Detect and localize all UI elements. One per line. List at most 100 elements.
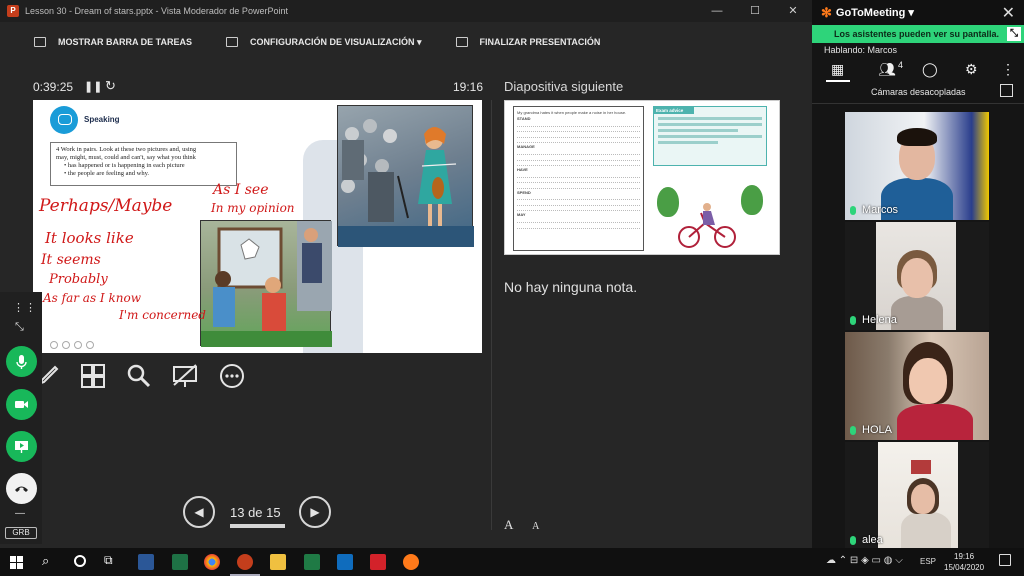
- exercise-keyword: HAVE: [517, 167, 528, 173]
- microphone-active-icon: [850, 315, 856, 325]
- ink-as-far: As far as I know: [43, 291, 141, 305]
- exercise-keyword: MANAGE: [517, 144, 535, 150]
- presenter-clock: 19:16: [453, 80, 484, 94]
- violinist-picture: [337, 105, 474, 247]
- undock-cameras-icon[interactable]: [1000, 84, 1013, 97]
- all-slides-icon[interactable]: [80, 363, 106, 389]
- notifications-icon[interactable]: [999, 554, 1011, 566]
- microphone-active-icon: [850, 425, 856, 435]
- attendee-count: 4: [898, 60, 904, 70]
- taskbar-icon: [34, 37, 46, 47]
- black-screen-icon[interactable]: [172, 363, 198, 389]
- notes-font-controls: A A: [504, 517, 555, 533]
- windows-start-icon[interactable]: [10, 556, 23, 569]
- task-view-icon[interactable]: ⧉: [104, 553, 113, 568]
- collapse-icon[interactable]: ⤡: [15, 321, 24, 334]
- mini-pen-icon[interactable]: [62, 341, 70, 349]
- attendees-icon[interactable]: 👥︎: [878, 61, 896, 78]
- red-app-icon[interactable]: [370, 554, 386, 570]
- participant-name: Marcos: [862, 204, 899, 216]
- exercise-line: My grandma hates it when people make a n…: [517, 110, 627, 115]
- grid-glyph: [81, 364, 105, 388]
- current-slide[interactable]: Speaking 4 Work in pairs. Look at these …: [33, 100, 482, 353]
- show-taskbar-button[interactable]: MOSTRAR BARRA DE TAREAS: [34, 37, 192, 47]
- speaker-notes[interactable]: No hay ninguna nota.: [504, 279, 637, 295]
- drag-handle-icon[interactable]: ⋮⋮: [13, 301, 37, 314]
- taskbar-clock[interactable]: 19:16 15/04/2020: [944, 551, 984, 573]
- participant-video-hola[interactable]: HOLA: [845, 332, 989, 440]
- screen-share-button[interactable]: [6, 431, 37, 462]
- previous-slide-button[interactable]: ◀: [183, 496, 215, 528]
- search-icon[interactable]: ⌕: [42, 553, 49, 569]
- microphone-icon: [16, 355, 27, 369]
- mini-zoom-icon[interactable]: [74, 341, 82, 349]
- reset-timer-icon[interactable]: ↻: [105, 78, 116, 94]
- participant-video-helena[interactable]: Helena: [845, 222, 989, 330]
- minimize-button[interactable]: —: [698, 0, 736, 22]
- chrome-icon[interactable]: [204, 554, 220, 570]
- close-panel-icon[interactable]: ✕: [1002, 3, 1015, 23]
- participant-video-marcos[interactable]: Marcos: [845, 112, 989, 220]
- powerpoint-taskbar-icon[interactable]: [237, 554, 253, 570]
- close-button[interactable]: ✕: [774, 0, 812, 22]
- outlook-icon[interactable]: [337, 554, 353, 570]
- tray-icons[interactable]: ☁ ⌃ ⊟ ◈ ▭ ◍ ⌵: [826, 555, 903, 566]
- keyboard-layout-badge[interactable]: GRB: [5, 527, 37, 539]
- slide-counter[interactable]: 13 de 15: [230, 505, 281, 520]
- pane-divider[interactable]: [491, 100, 492, 530]
- next-slide-label: Diapositiva siguiente: [504, 79, 624, 94]
- speech-bubble-icon: [50, 106, 78, 134]
- microphone-button[interactable]: [6, 346, 37, 377]
- camera-button[interactable]: [6, 389, 37, 420]
- gotomeeting-panel: ✻ GoToMeeting ▾ ✕ Los asistentes pueden …: [812, 0, 1024, 550]
- mini-more-icon[interactable]: [86, 341, 94, 349]
- instruction-bullet: • has happened or is happening in each p…: [64, 162, 185, 170]
- maximize-button[interactable]: ☐: [736, 0, 774, 22]
- cortana-icon[interactable]: [74, 555, 86, 567]
- participant-name: alea: [862, 534, 883, 546]
- display-settings-button[interactable]: CONFIGURACIÓN DE VISUALIZACIÓN ▾: [226, 37, 422, 48]
- chat-icon[interactable]: ◯: [922, 61, 938, 78]
- next-slide-button[interactable]: ▶: [299, 496, 331, 528]
- grid-view-icon[interactable]: ▦: [831, 61, 844, 78]
- end-show-button[interactable]: FINALIZAR PRESENTACIÓN: [455, 37, 600, 47]
- gotomeeting-brand-menu[interactable]: GoToMeeting ▾: [836, 6, 914, 19]
- decrease-font-button[interactable]: A: [532, 521, 539, 532]
- increase-font-button[interactable]: A: [504, 517, 513, 532]
- screen-glyph: [173, 364, 197, 387]
- more-options-icon[interactable]: [219, 363, 245, 389]
- gotomeeting-taskbar-icon[interactable]: [403, 554, 419, 570]
- ink-perhaps: Perhaps/Maybe: [39, 196, 173, 216]
- boys-illustration: [201, 221, 332, 347]
- word-icon[interactable]: [138, 554, 154, 570]
- exercise-box: My grandma hates it when people make a n…: [513, 106, 644, 251]
- cyclist-illustration: [678, 203, 736, 248]
- more-menu-icon[interactable]: ⋮: [1001, 61, 1015, 78]
- clock-date: 15/04/2020: [944, 563, 985, 572]
- exam-advice-heading: Exam advice: [654, 107, 694, 114]
- participant-video-alea[interactable]: alea: [845, 442, 989, 550]
- expand-icon[interactable]: ⤡: [1007, 27, 1021, 41]
- meeting-control-bar: ⋮⋮ ⤡ —: [0, 292, 42, 544]
- input-language[interactable]: ESP: [920, 557, 936, 566]
- powerpoint-icon: P: [7, 5, 19, 17]
- presenter-toolbar: MOSTRAR BARRA DE TAREAS CONFIGURACIÓN DE…: [0, 22, 812, 62]
- participant-name: HOLA: [862, 424, 892, 436]
- pause-icon[interactable]: ❚❚: [84, 80, 102, 93]
- leave-meeting-button[interactable]: [6, 473, 37, 504]
- mini-prev-icon[interactable]: [50, 341, 58, 349]
- presenter-app-icon[interactable]: [172, 554, 188, 570]
- zoom-icon[interactable]: [126, 363, 152, 389]
- slide-mini-controls: [50, 341, 94, 349]
- end-show-icon: [455, 37, 468, 47]
- gotomeeting-logo-icon: ✻: [821, 4, 832, 20]
- minimize-bar-icon[interactable]: —: [15, 508, 25, 519]
- excel-icon[interactable]: [304, 554, 320, 570]
- settings-icon[interactable]: ⚙: [965, 61, 978, 78]
- broken-window-picture: [200, 220, 332, 347]
- file-explorer-icon[interactable]: [270, 554, 286, 570]
- display-settings-icon: [226, 37, 238, 47]
- instruction-bullet: • the people are feeling and why.: [64, 170, 150, 178]
- undocked-cameras-label: Cámaras desacopladas: [871, 87, 966, 97]
- next-slide-preview[interactable]: My grandma hates it when people make a n…: [504, 100, 780, 255]
